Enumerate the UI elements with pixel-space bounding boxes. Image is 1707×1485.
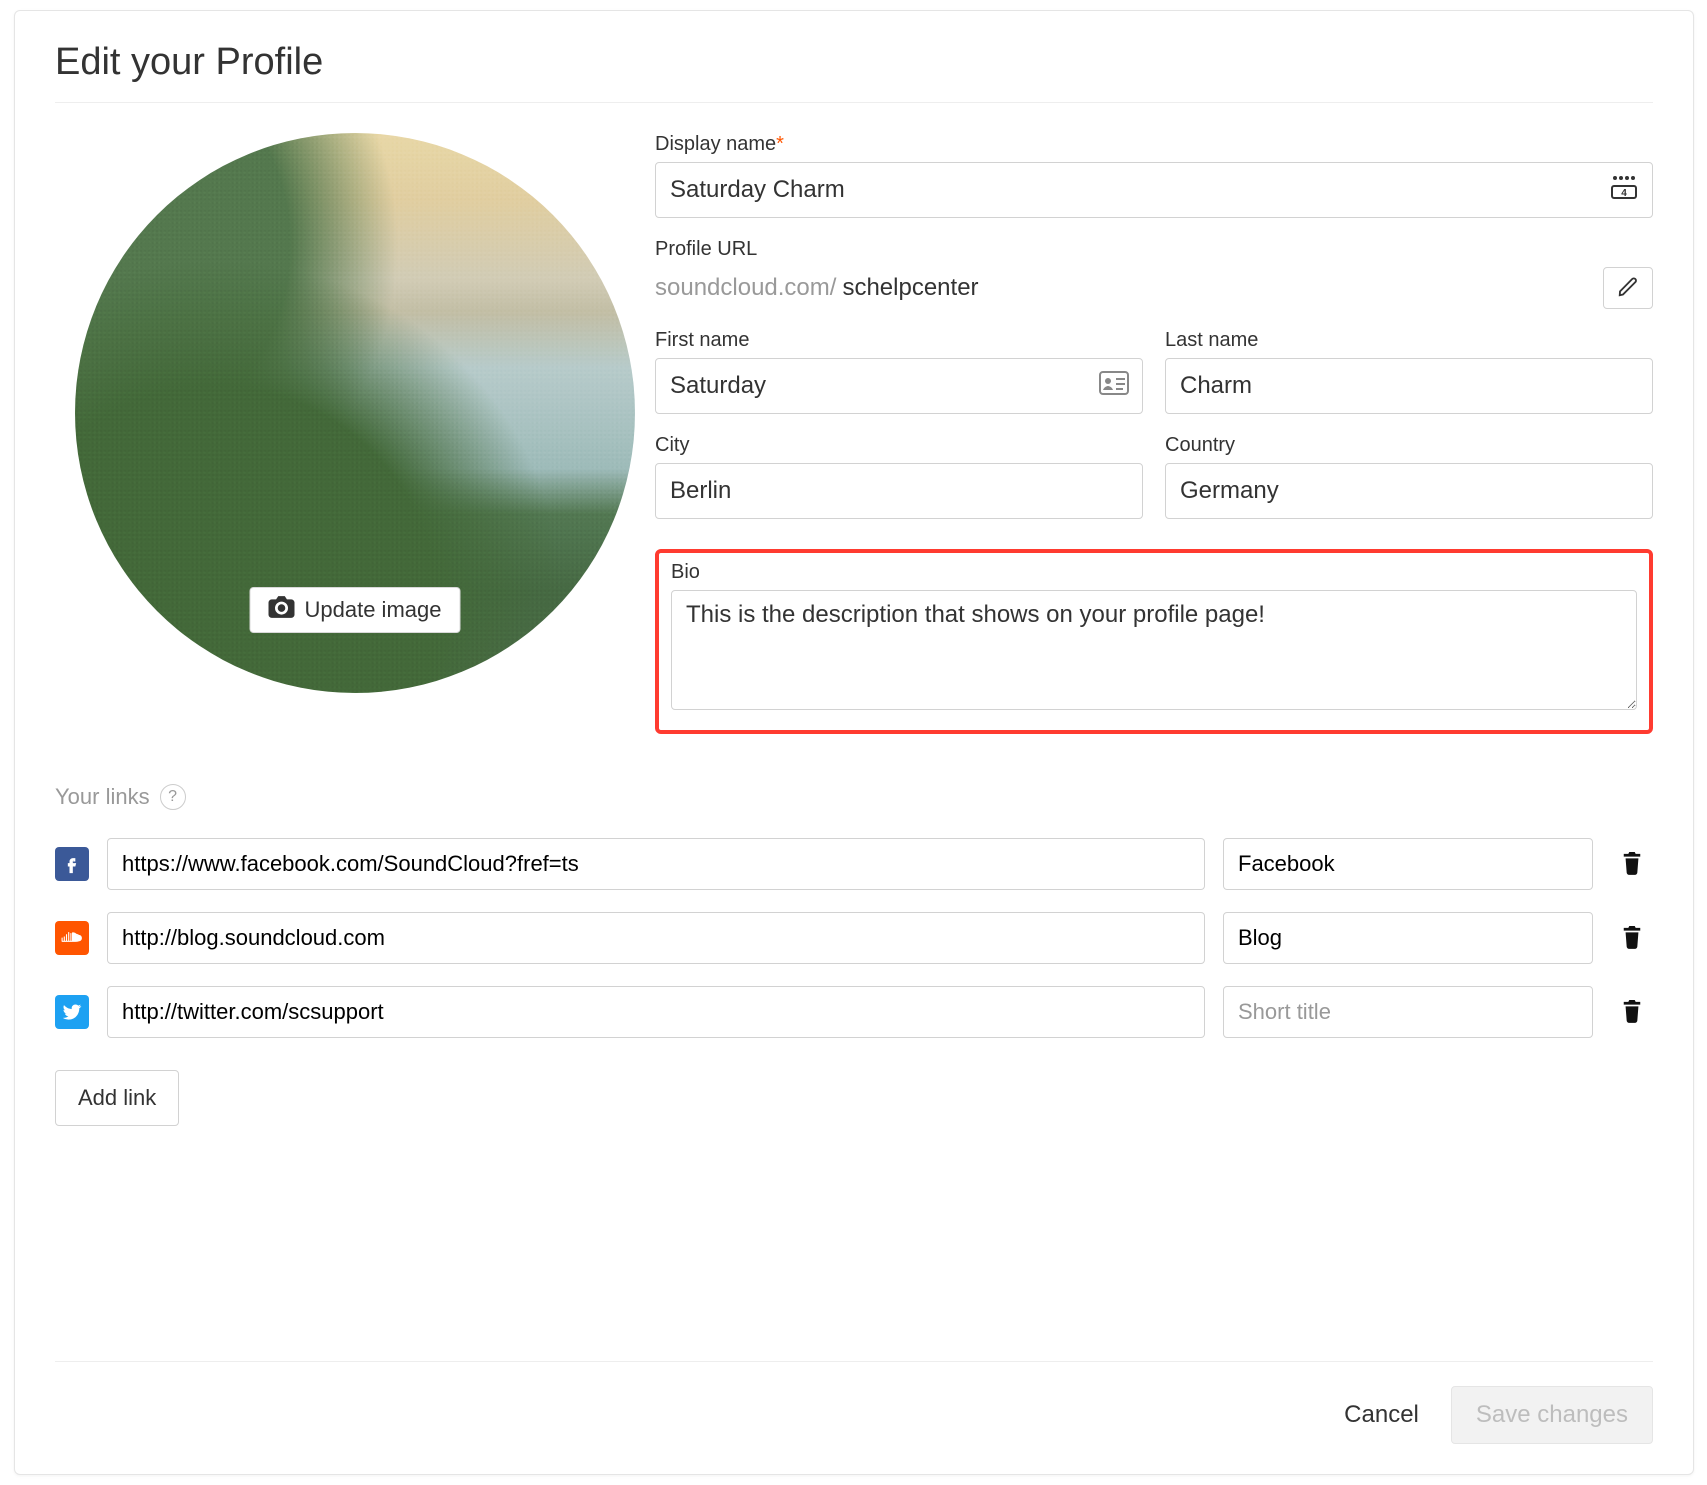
keyboard-icon: 4 — [1609, 174, 1639, 206]
soundcloud-icon — [55, 921, 89, 955]
city-label: City — [655, 434, 1143, 457]
delete-link-button[interactable] — [1611, 917, 1653, 959]
link-url-input[interactable] — [107, 986, 1205, 1038]
form-column: Display name* 4 Profile URL — [655, 133, 1653, 734]
link-row — [55, 912, 1653, 964]
trash-icon — [1621, 999, 1643, 1026]
link-row — [55, 986, 1653, 1038]
bio-textarea[interactable] — [671, 590, 1637, 710]
link-title-input[interactable] — [1223, 912, 1593, 964]
edit-profile-modal: Edit your Profile Update image Display n… — [14, 10, 1694, 1475]
camera-icon — [269, 596, 295, 624]
profile-url-label: Profile URL — [655, 238, 1653, 261]
avatar-column: Update image — [55, 133, 655, 734]
display-name-group: Display name* 4 — [655, 133, 1653, 218]
bio-highlight-box: Bio — [655, 549, 1653, 734]
link-row — [55, 838, 1653, 890]
twitter-icon — [55, 995, 89, 1029]
cancel-button[interactable]: Cancel — [1336, 1389, 1427, 1441]
link-title-input[interactable] — [1223, 838, 1593, 890]
page-title: Edit your Profile — [55, 41, 1653, 84]
your-links-label: Your links ? — [55, 784, 186, 810]
location-row: City Country — [655, 434, 1653, 539]
country-input[interactable] — [1165, 463, 1653, 519]
display-name-label: Display name* — [655, 133, 1653, 156]
footer: Cancel Save changes — [55, 1361, 1653, 1444]
pencil-icon — [1617, 276, 1639, 301]
link-url-input[interactable] — [107, 838, 1205, 890]
links-list — [55, 838, 1653, 1038]
delete-link-button[interactable] — [1611, 991, 1653, 1033]
save-changes-button[interactable]: Save changes — [1451, 1386, 1653, 1444]
update-image-button[interactable]: Update image — [250, 587, 461, 633]
upper-section: Update image Display name* 4 — [55, 103, 1653, 734]
bio-label: Bio — [671, 561, 1637, 584]
profile-url-prefix: soundcloud.com/ — [655, 274, 836, 302]
first-name-label: First name — [655, 329, 1143, 352]
profile-url-slug: schelpcenter — [842, 274, 978, 302]
avatar-wrap: Update image — [75, 133, 635, 693]
help-icon[interactable]: ? — [160, 784, 186, 810]
trash-icon — [1621, 925, 1643, 952]
trash-icon — [1621, 851, 1643, 878]
last-name-input[interactable] — [1165, 358, 1653, 414]
svg-text:4: 4 — [1621, 188, 1627, 199]
profile-url-group: Profile URL soundcloud.com/ schelpcenter — [655, 238, 1653, 309]
add-link-button[interactable]: Add link — [55, 1070, 179, 1126]
country-label: Country — [1165, 434, 1653, 457]
link-title-input[interactable] — [1223, 986, 1593, 1038]
edit-url-button[interactable] — [1603, 267, 1653, 309]
update-image-label: Update image — [305, 597, 442, 623]
last-name-label: Last name — [1165, 329, 1653, 352]
facebook-icon — [55, 847, 89, 881]
delete-link-button[interactable] — [1611, 843, 1653, 885]
first-name-input[interactable] — [655, 358, 1143, 414]
link-url-input[interactable] — [107, 912, 1205, 964]
contact-card-icon — [1099, 371, 1129, 401]
name-row: First name — [655, 329, 1653, 434]
your-links-text: Your links — [55, 784, 150, 810]
display-name-input[interactable] — [655, 162, 1653, 218]
city-input[interactable] — [655, 463, 1143, 519]
display-name-label-text: Display name — [655, 133, 776, 155]
required-mark: * — [776, 133, 784, 155]
